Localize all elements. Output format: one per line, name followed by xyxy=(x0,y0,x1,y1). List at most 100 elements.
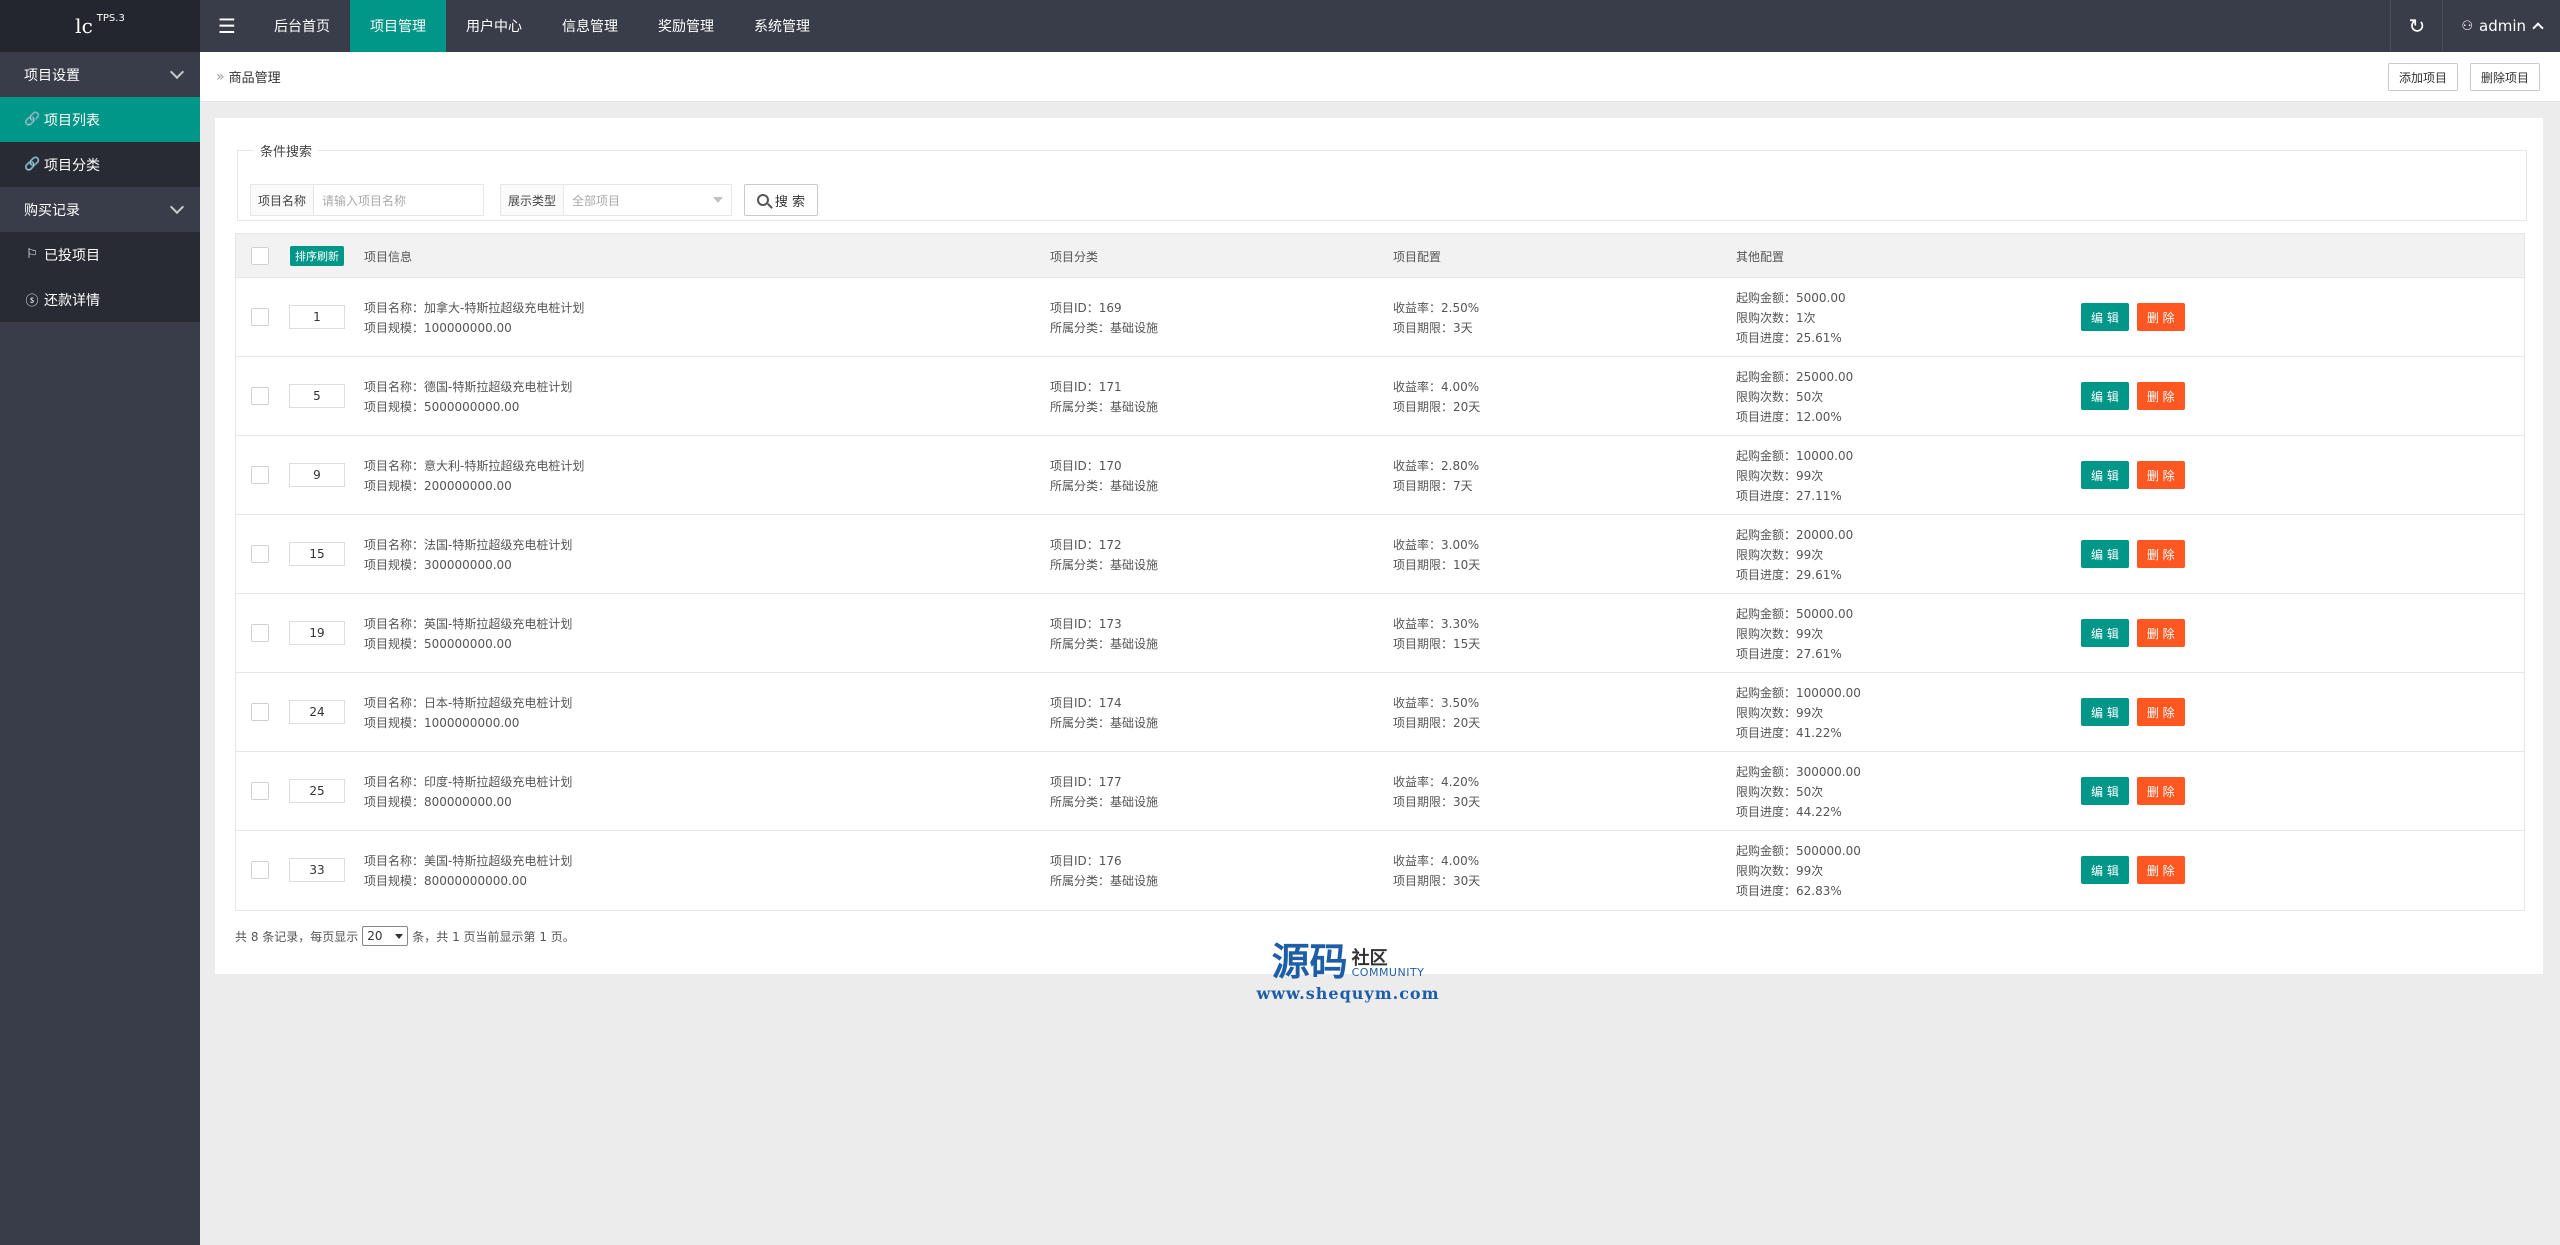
project-limit: 限购次数：50次 xyxy=(1736,785,1824,799)
sidebar-item-repayment[interactable]: ⓢ 还款详情 xyxy=(0,277,200,322)
edit-button[interactable]: 编 辑 xyxy=(2081,619,2129,647)
add-project-button[interactable]: 添加项目 xyxy=(2387,63,2458,91)
breadcrumb: » 商品管理 添加项目 删除项目 xyxy=(200,52,2560,102)
sort-order-input[interactable]: 1 xyxy=(289,305,345,329)
project-id: 项目ID：169 xyxy=(1050,301,1122,315)
watermark-cn: 社区 xyxy=(1351,948,1388,969)
project-name: 项目名称：意大利-特斯拉超级充电桩计划 xyxy=(364,459,585,473)
delete-project-button[interactable]: 删除项目 xyxy=(2469,63,2540,91)
delete-button[interactable]: 删 除 xyxy=(2136,619,2185,647)
header-category: 项目分类 xyxy=(1050,250,1099,264)
row-checkbox[interactable] xyxy=(251,703,269,721)
row-checkbox[interactable] xyxy=(251,466,269,484)
row-checkbox[interactable] xyxy=(251,387,269,405)
project-name: 项目名称：法国-特斯拉超级充电桩计划 xyxy=(364,538,573,552)
nav-item-rewards[interactable]: 奖励管理 xyxy=(638,0,734,52)
row-checkbox[interactable] xyxy=(251,624,269,642)
user-menu[interactable]: ⚇ admin xyxy=(2442,0,2560,52)
edit-button[interactable]: 编 辑 xyxy=(2081,856,2129,884)
edit-button[interactable]: 编 辑 xyxy=(2081,540,2129,568)
project-info: 项目名称：美国-特斯拉超级充电桩计划 项目规模：80000000000.00 xyxy=(364,851,572,891)
delete-button[interactable]: 删 除 xyxy=(2136,856,2185,884)
per-page-select[interactable]: 20 xyxy=(362,926,409,946)
sort-order-input[interactable]: 15 xyxy=(289,542,345,566)
edit-button[interactable]: 编 辑 xyxy=(2081,698,2129,726)
edit-button[interactable]: 编 辑 xyxy=(2081,461,2129,489)
nav-item-users[interactable]: 用户中心 xyxy=(446,0,542,52)
project-period: 项目期限：20天 xyxy=(1393,716,1481,730)
project-scale: 项目规模：80000000000.00 xyxy=(364,874,528,888)
table-row: 1 项目名称：加拿大-特斯拉超级充电桩计划 项目规模：100000000.00 项目I… xyxy=(236,278,2524,357)
edit-button[interactable]: 编 辑 xyxy=(2081,777,2129,805)
project-name: 项目名称：美国-特斯拉超级充电桩计划 xyxy=(364,854,573,868)
sort-order-input[interactable]: 9 xyxy=(289,463,345,487)
project-config: 收益率：3.30% 项目期限：15天 xyxy=(1393,614,1480,654)
type-label: 展示类型 xyxy=(500,184,565,216)
sort-order-input[interactable]: 25 xyxy=(289,779,345,803)
row-actions: 编 辑删 除 xyxy=(2081,856,2185,884)
name-input[interactable]: 请输入项目名称 xyxy=(314,184,485,216)
project-scale: 项目规模：100000000.00 xyxy=(364,321,512,335)
menu-group-purchase-records[interactable]: 购买记录 xyxy=(0,187,200,232)
name-field: 项目名称 请输入项目名称 xyxy=(250,184,485,216)
caret-down-icon xyxy=(713,197,724,203)
menu-group-label: 购买记录 xyxy=(24,202,80,219)
project-period: 项目期限：3天 xyxy=(1393,321,1473,335)
project-category-name: 所属分类：基础设施 xyxy=(1050,795,1159,809)
flag-icon: ⚐ xyxy=(26,247,38,262)
sort-order-input[interactable]: 5 xyxy=(289,384,345,408)
project-other: 起购金额：50000.00 限购次数：99次 项目进度：27.61% xyxy=(1736,604,1853,664)
row-actions: 编 辑删 除 xyxy=(2081,461,2185,489)
watermark-brand: 源码 社区 COMMUNITY xyxy=(1248,940,1448,984)
menu-group-project-settings[interactable]: 项目设置 xyxy=(0,52,200,97)
sidebar-item-invested[interactable]: ⚐ 已投项目 xyxy=(0,232,200,277)
sort-order-input[interactable]: 19 xyxy=(289,621,345,645)
nav-item-system[interactable]: 系统管理 xyxy=(734,0,830,52)
project-rate: 收益率：3.50% xyxy=(1393,696,1480,710)
sidebar-item-project-category[interactable]: 🔗 项目分类 xyxy=(0,142,200,187)
delete-button[interactable]: 删 除 xyxy=(2136,382,2185,410)
project-info: 项目名称：印度-特斯拉超级充电桩计划 项目规模：800000000.00 xyxy=(364,772,572,812)
row-checkbox[interactable] xyxy=(251,308,269,326)
delete-button[interactable]: 删 除 xyxy=(2136,777,2185,805)
project-other: 起购金额：10000.00 限购次数：99次 项目进度：27.11% xyxy=(1736,446,1853,506)
project-rate: 收益率：2.80% xyxy=(1393,459,1480,473)
menu-toggle-icon[interactable]: ☰ xyxy=(200,0,254,52)
link-icon: 🔗 xyxy=(24,157,41,172)
delete-button[interactable]: 删 除 xyxy=(2136,303,2185,331)
project-progress: 项目进度：27.11% xyxy=(1736,489,1842,503)
sort-order-input[interactable]: 24 xyxy=(289,700,345,724)
sort-refresh-button[interactable]: 排序刷新 xyxy=(290,246,344,266)
project-name: 项目名称：加拿大-特斯拉超级充电桩计划 xyxy=(364,301,585,315)
delete-button[interactable]: 删 除 xyxy=(2136,540,2185,568)
type-select[interactable]: 全部项目 xyxy=(564,184,733,216)
double-chevron-icon: » xyxy=(216,68,225,85)
row-checkbox[interactable] xyxy=(251,545,269,563)
type-field: 展示类型 全部项目 xyxy=(500,184,733,216)
project-rate: 收益率：4.00% xyxy=(1393,380,1480,394)
project-name: 项目名称：日本-特斯拉超级充电桩计划 xyxy=(364,696,573,710)
refresh-icon[interactable]: ↻ xyxy=(2390,0,2442,52)
select-all-checkbox[interactable] xyxy=(251,247,269,265)
project-progress: 项目进度：27.61% xyxy=(1736,647,1842,661)
edit-button[interactable]: 编 辑 xyxy=(2081,303,2129,331)
sidebar-item-project-list[interactable]: 🔗 项目列表 xyxy=(0,97,200,142)
nav-item-info[interactable]: 信息管理 xyxy=(542,0,638,52)
edit-button[interactable]: 编 辑 xyxy=(2081,382,2129,410)
row-checkbox[interactable] xyxy=(251,861,269,879)
delete-button[interactable]: 删 除 xyxy=(2136,698,2185,726)
project-progress: 项目进度：41.22% xyxy=(1736,726,1842,740)
sidebar-item-label: 项目分类 xyxy=(44,157,100,174)
sort-order-input[interactable]: 33 xyxy=(289,858,345,882)
search-legend: 条件搜索 xyxy=(260,145,313,160)
row-checkbox[interactable] xyxy=(251,782,269,800)
watermark-en: COMMUNITY xyxy=(1351,966,1425,979)
top-right: ↻ ⚇ admin xyxy=(2390,0,2560,52)
menu-group-label: 项目设置 xyxy=(24,67,80,84)
delete-button[interactable]: 删 除 xyxy=(2136,461,2185,489)
nav-item-projects[interactable]: 项目管理 xyxy=(350,0,446,52)
search-button[interactable]: 搜 索 xyxy=(744,184,818,216)
nav-item-home[interactable]: 后台首页 xyxy=(254,0,350,52)
project-config: 收益率：4.00% 项目期限：20天 xyxy=(1393,377,1480,417)
